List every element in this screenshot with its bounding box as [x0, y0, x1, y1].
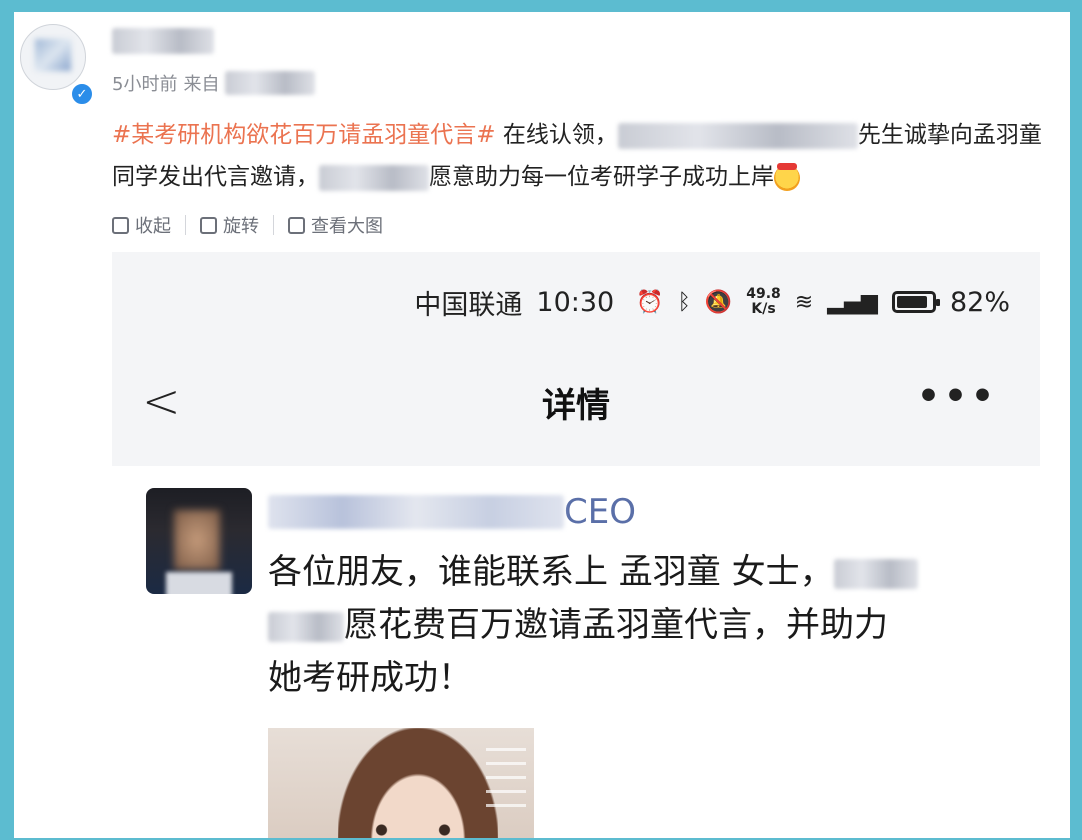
image-actions: 收起 旋转 查看大图: [112, 212, 397, 238]
signal-icon: ▂▄▆: [827, 289, 878, 315]
back-chevron-icon[interactable]: <: [142, 374, 181, 428]
ceo-title: CEO: [564, 492, 636, 532]
post-meta: 5小时前 来自: [112, 70, 316, 96]
rotate-label: 旋转: [223, 216, 259, 237]
ceo-message: 各位朋友，谁能联系上 孟羽童 女士， 愿花费百万邀请孟羽童代言，并助力 她考研成…: [268, 546, 1008, 705]
redacted-text: [268, 611, 344, 642]
message-line-1: 各位朋友，谁能联系上 孟羽童 女士，: [268, 552, 834, 592]
ceo-name[interactable]: CEO: [268, 492, 636, 532]
hugging-face-emoji-icon: [774, 162, 800, 191]
post-body: #某考研机构欲花百万请孟羽童代言# 在线认领， 先生诚挚向孟羽童同学发出代言邀请，…: [112, 114, 1042, 198]
post-source-redacted: [225, 71, 316, 95]
collapse-icon: [112, 216, 129, 234]
message-line-2: 愿花费百万邀请孟羽童代言，并助力: [344, 605, 888, 645]
phone-nav-bar: < 详情 •••: [112, 352, 1040, 452]
collapse-label: 收起: [135, 216, 171, 237]
speed-unit: K/s: [751, 301, 776, 317]
view-large-icon: [288, 216, 305, 234]
post-time: 5小时前: [112, 74, 178, 95]
user-avatar[interactable]: [20, 24, 86, 90]
message-line-3: 她考研成功！: [268, 658, 472, 698]
attached-photo[interactable]: [268, 728, 534, 838]
detail-card: CEO 各位朋友，谁能联系上 孟羽童 女士， 愿花费百万邀请孟羽童代言，并助力 …: [112, 466, 1040, 838]
wifi-icon: ≋: [794, 289, 814, 315]
embedded-screenshot[interactable]: 中国联通 10:30 ⏰ ᛒ 🔕 49.8 K/s ≋ ▂▄▆ 82% < 详情…: [112, 252, 1040, 838]
nav-title: 详情: [542, 385, 610, 426]
carrier-text: 中国联通: [414, 289, 523, 321]
speed-value: 49.8: [746, 286, 781, 302]
bluetooth-icon: ᛒ: [677, 289, 691, 315]
username-redacted[interactable]: [112, 28, 214, 54]
phone-status-bar: 中国联通 10:30 ⏰ ᛒ 🔕 49.8 K/s ≋ ▂▄▆ 82%: [112, 252, 1040, 352]
verified-badge-icon: ✓: [70, 82, 94, 106]
redacted-text: [833, 558, 918, 589]
view-large-button[interactable]: 查看大图: [274, 212, 397, 238]
ceo-avatar[interactable]: [146, 488, 252, 594]
redacted-org: [319, 164, 429, 191]
post-source-prefix: 来自: [183, 74, 220, 95]
view-large-label: 查看大图: [311, 216, 383, 237]
battery-icon: [891, 291, 940, 313]
post-text-c: 愿意助力每一位考研学子成功上岸: [429, 164, 774, 190]
battery-percent: 82%: [949, 286, 1010, 318]
post-text-a: 在线认领，: [495, 122, 618, 148]
mute-icon: 🔕: [704, 289, 733, 315]
topic-link[interactable]: #某考研机构欲花百万请孟羽童代言#: [112, 122, 496, 148]
alarm-icon: ⏰: [636, 289, 664, 315]
network-speed: 49.8 K/s: [746, 287, 781, 317]
rotate-icon: [200, 216, 217, 234]
status-time: 10:30: [536, 286, 615, 318]
more-icon[interactable]: •••: [917, 376, 998, 417]
rotate-button[interactable]: 旋转: [186, 212, 273, 238]
weibo-post-frame: ✓ 5小时前 来自 #某考研机构欲花百万请孟羽童代言# 在线认领， 先生诚挚向孟羽…: [14, 12, 1070, 838]
redacted-name: [617, 122, 858, 149]
collapse-button[interactable]: 收起: [112, 212, 185, 238]
ceo-name-redacted: [268, 495, 564, 529]
